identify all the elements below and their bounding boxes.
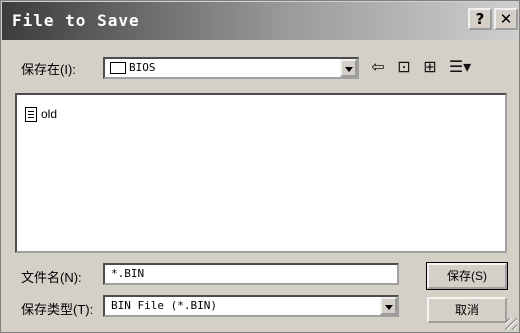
help-button[interactable]: ? [468, 8, 492, 30]
save-in-dropdown-button[interactable] [340, 59, 357, 77]
filetype-label: 保存类型(T): [21, 302, 94, 317]
save-in-combo[interactable]: BIOS [103, 57, 359, 79]
new-folder-icon[interactable]: ⊞ [419, 57, 441, 79]
filetype-select[interactable]: BIN File (*.BIN) [103, 295, 399, 317]
text-file-icon [25, 107, 37, 122]
filetype-value: BIN File (*.BIN) [111, 299, 217, 312]
file-name: old [41, 107, 58, 121]
resize-grip[interactable] [505, 318, 517, 330]
cancel-button[interactable]: 取消 [427, 297, 507, 323]
save-in-label: 保存在(I): [21, 62, 76, 77]
filename-value: *.BIN [111, 267, 145, 280]
back-icon[interactable]: ⇦ [367, 57, 389, 79]
file-list[interactable]: old [15, 93, 507, 253]
close-button[interactable]: ✕ [494, 8, 518, 30]
folder-icon [110, 62, 126, 74]
save-in-folder: BIOS [129, 61, 156, 74]
save-dialog: File to Save ? ✕ 保存在(I): BIOS ⇦ ⊡ ⊞ ☰▾ o… [0, 0, 520, 333]
dialog-title: File to Save [12, 11, 140, 30]
filetype-dropdown-button[interactable] [380, 297, 397, 315]
up-folder-icon[interactable]: ⊡ [393, 57, 415, 79]
save-button[interactable]: 保存(S) [426, 262, 508, 290]
filename-input[interactable]: *.BIN [103, 263, 399, 285]
view-menu-icon[interactable]: ☰▾ [445, 57, 475, 79]
title-bar[interactable]: File to Save ? ✕ [2, 2, 518, 40]
filename-label: 文件名(N): [21, 270, 82, 285]
